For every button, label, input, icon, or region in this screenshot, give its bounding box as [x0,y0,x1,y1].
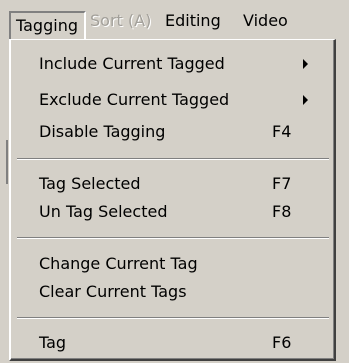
menu-item-clear-current-tags[interactable]: Clear Current Tags [11,280,330,304]
menu-item-tag-selected[interactable]: Tag Selected F7 [11,172,330,196]
menu-sort[interactable]: Sort (A) [90,0,151,42]
menu-editing[interactable]: Editing [165,0,221,42]
menu-item-label: Exclude Current Tagged [39,90,230,109]
menu-item-include-current-tagged[interactable]: Include Current Tagged [11,52,330,76]
background-divider [6,140,8,184]
menu-item-exclude-current-tagged[interactable]: Exclude Current Tagged [11,88,330,112]
background-window-edge [0,42,9,363]
menu-item-shortcut: F8 [272,202,292,221]
chevron-right-icon [303,59,308,69]
menu-item-tag[interactable]: Tag F6 [11,331,330,355]
menu-item-label: Change Current Tag [39,254,198,273]
menu-item-disable-tagging[interactable]: Disable Tagging F4 [11,120,330,144]
menu-item-label: Include Current Tagged [39,54,225,73]
menu-item-label: Tag Selected [39,174,141,193]
menu-separator [17,237,329,239]
tagging-dropdown-menu: Include Current Tagged Exclude Current T… [9,39,336,361]
chevron-right-icon [303,95,308,105]
menu-item-label: Un Tag Selected [39,202,168,221]
menu-bar-edge [0,0,3,42]
menu-item-label: Tag [39,333,67,352]
menu-separator [17,317,329,319]
menu-item-shortcut: F4 [272,122,292,141]
menu-video[interactable]: Video [243,0,288,42]
menu-bar: Tagging Sort (A) Editing Video [0,0,349,42]
menu-item-label: Disable Tagging [39,122,166,141]
menu-separator [17,158,329,160]
menu-item-shortcut: F7 [272,174,292,193]
menu-tagging[interactable]: Tagging [9,11,86,39]
menu-item-label: Clear Current Tags [39,282,187,301]
menu-item-shortcut: F6 [272,333,292,352]
menu-item-change-current-tag[interactable]: Change Current Tag [11,252,330,276]
menu-item-un-tag-selected[interactable]: Un Tag Selected F8 [11,200,330,224]
